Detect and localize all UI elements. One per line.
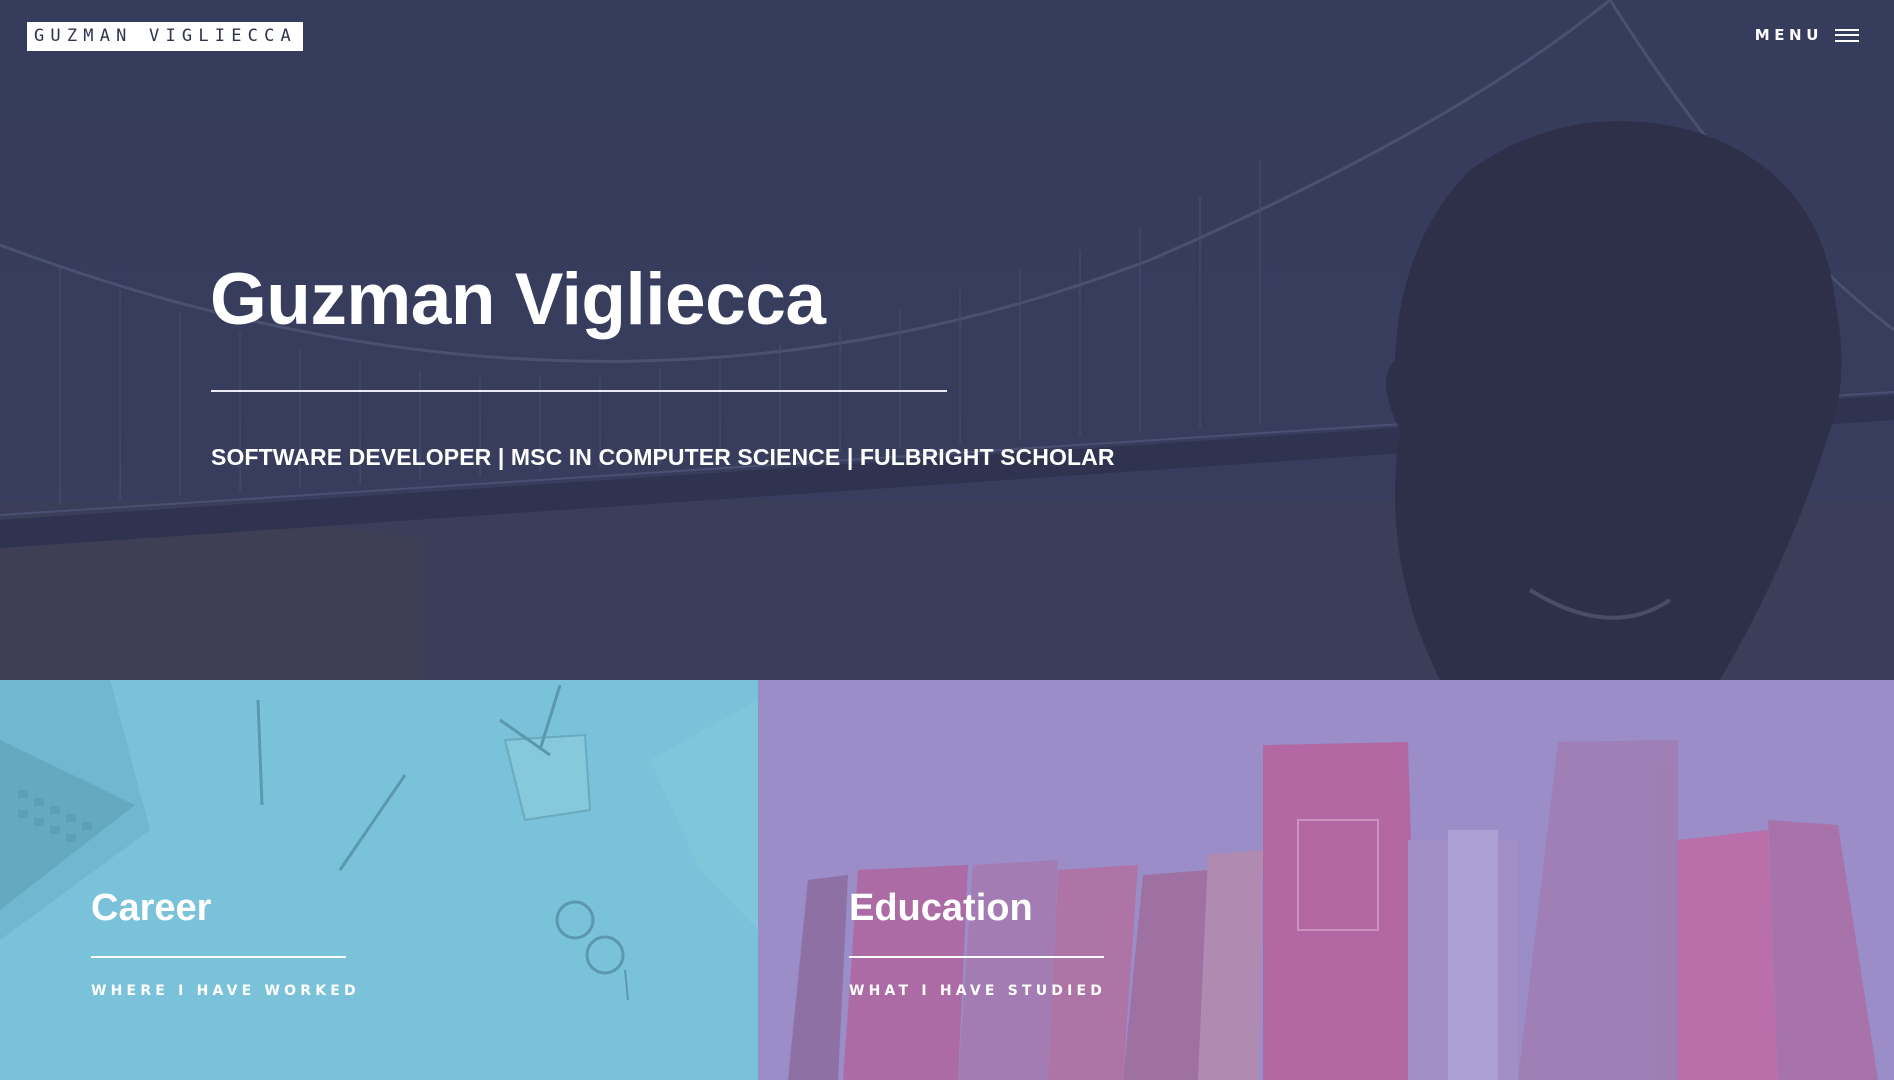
education-divider	[849, 956, 1104, 958]
hero-divider	[211, 390, 947, 392]
hero-title: Guzman Vigliecca	[210, 259, 826, 340]
hamburger-icon[interactable]	[1835, 28, 1859, 42]
hero-subtitle: SOFTWARE DEVELOPER | MSC IN COMPUTER SCI…	[211, 444, 1115, 470]
education-subtitle: WHAT I HAVE STUDIED	[849, 983, 1107, 999]
page: GUZMAN VIGLIECCA MENU Guzman Vigliecca S…	[0, 0, 1894, 1080]
career-background-image	[0, 680, 758, 1001]
education-background-image	[788, 740, 1878, 1080]
menu-label: MENU	[1754, 26, 1823, 44]
menu-button[interactable]: MENU	[1755, 26, 1859, 44]
site-logo[interactable]: GUZMAN VIGLIECCA	[27, 22, 303, 51]
career-title[interactable]: Career	[91, 887, 211, 930]
career-subtitle: WHERE I HAVE WORKED	[91, 983, 360, 999]
career-divider	[91, 956, 346, 958]
hero-section: GUZMAN VIGLIECCA MENU Guzman Vigliecca S…	[0, 0, 1894, 680]
education-tile[interactable]	[758, 680, 1894, 1080]
education-title[interactable]: Education	[849, 887, 1033, 930]
career-tile[interactable]	[0, 680, 758, 1080]
